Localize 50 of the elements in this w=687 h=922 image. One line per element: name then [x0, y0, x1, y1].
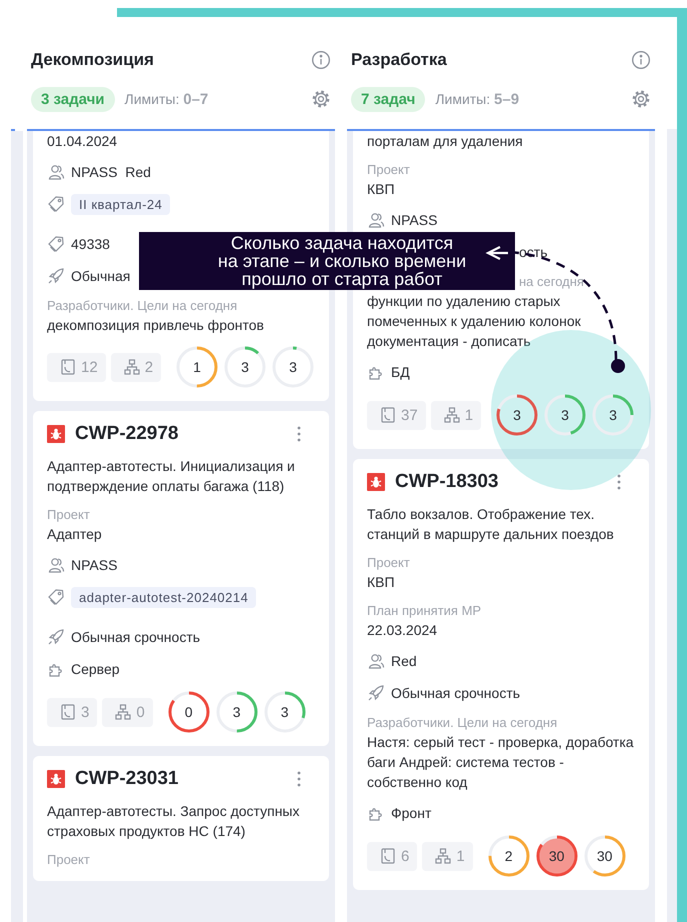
field-label: Проект — [47, 506, 91, 524]
field-label: на сегодня — [519, 273, 584, 291]
field-value: Настя: серый тест - проверка, доработка баги Андрей: система тестов - собственно код — [367, 733, 635, 792]
component-text: БД — [391, 364, 410, 380]
ring-value: 3 — [609, 407, 617, 423]
field-value: КВП — [367, 573, 396, 592]
assignee-text: NPASS — [391, 212, 438, 228]
component-text: Фронт — [391, 805, 432, 821]
ring-value: 30 — [596, 848, 612, 864]
field-label: Проект — [367, 161, 411, 179]
field-label: Проект — [47, 851, 91, 869]
column-title: Разработка — [351, 50, 447, 70]
field-value: Адаптер — [47, 525, 103, 544]
field-value: функции по удалению старых помеченных к удалению колонок документация - дописать — [367, 292, 582, 351]
field-label: Разработчики. Цели на сегодня — [367, 714, 558, 732]
ring-value: 3 — [561, 407, 569, 423]
urgency-text: Обычная срочность — [391, 685, 520, 701]
ring-value: 1 — [193, 359, 201, 375]
field-label: Проект — [367, 554, 411, 572]
urgency-text: Обычная — [71, 268, 130, 284]
field-value: 01.04.2024 — [47, 132, 118, 151]
ring-value: 3 — [289, 359, 297, 375]
field-value: порталам для удаления — [367, 132, 524, 151]
ring-value: 3 — [513, 407, 521, 423]
field-value: 22.03.2024 — [367, 621, 438, 640]
task-description: Адаптер-автотесты. Запрос доступных страховых продуктов НС (174) — [47, 802, 300, 841]
ring-value: 30 — [548, 848, 564, 864]
field-label: План принятия МР — [367, 602, 482, 620]
task-count-badge: 3 задачи — [31, 86, 115, 112]
ring-value: 3 — [241, 359, 249, 375]
tag-text: 49338 — [71, 236, 110, 252]
field-value: декомпозиция привлечь фронтов — [47, 316, 265, 335]
assignee-text: Red — [391, 653, 417, 669]
field-label: Разработчики. Цели на сегодня — [47, 297, 238, 315]
column-title: Декомпозиция — [31, 50, 154, 70]
urgency-text: Обычная срочность — [71, 629, 200, 645]
field-value: КВП — [367, 180, 396, 199]
ring-value: 0 — [184, 704, 193, 720]
ring-value: 3 — [280, 704, 289, 720]
task-description: Адаптер-автотесты. Инициализация и подтверждение оплаты багажа (118) — [47, 457, 296, 496]
task-count-badge: 7 задач — [351, 86, 426, 112]
limits-text: Лимиты: 0–7 — [124, 90, 208, 108]
ring-value: 2 — [504, 848, 513, 864]
assignee-text: NPASS — [71, 557, 118, 573]
task-description: Табло вокзалов. Отображение тех. станций в маршруте дальних поездов — [367, 505, 615, 544]
component-text: Сервер — [71, 661, 120, 677]
ring-value: 3 — [232, 704, 241, 720]
callout-tooltip: Сколько задача находится на этапе – и сколько времени прошло от старта работ — [139, 232, 515, 290]
limits-text: Лимиты: 5–9 — [435, 90, 520, 108]
assignee-text: NPASS Red — [71, 164, 151, 180]
